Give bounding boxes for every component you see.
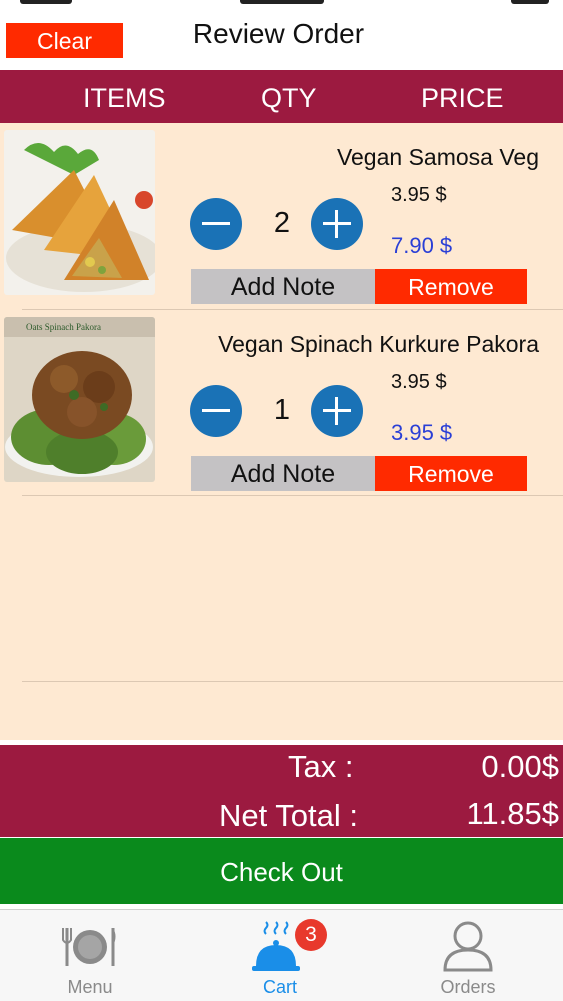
column-items: ITEMS (83, 83, 166, 113)
increase-quantity-button[interactable] (311, 198, 363, 250)
net-total-label: Net Total : (219, 798, 359, 833)
tab-menu-label: Menu (67, 977, 113, 997)
remove-button[interactable]: Remove (375, 269, 527, 304)
plate-icon (62, 928, 116, 966)
item-name: Vegan Spinach Kurkure Pakora (218, 331, 539, 357)
item-image-samosa (4, 130, 155, 295)
decrease-quantity-button[interactable] (190, 385, 242, 437)
unit-price: 3.95 $ (391, 184, 447, 206)
unit-price: 3.95 $ (391, 371, 447, 393)
cart-item: Oats Spinach Pakora Vegan Spinach Kurkur… (0, 310, 563, 497)
status-bar (0, 0, 563, 6)
tab-orders-label: Orders (440, 977, 496, 997)
cart-list[interactable]: Vegan Samosa Veg 2 3.95 $ 7.90 $ Add Not… (0, 123, 563, 740)
item-name: Vegan Samosa Veg (336, 144, 539, 170)
tab-menu[interactable]: Menu (0, 910, 180, 1001)
totals-panel: Tax : 0.00$ Net Total : 11.85$ (0, 745, 563, 837)
item-quantity: 2 (273, 207, 291, 239)
divider (22, 495, 563, 496)
tab-orders[interactable]: Orders (378, 910, 558, 1001)
divider (22, 681, 563, 682)
item-image-pakora: Oats Spinach Pakora (4, 317, 155, 482)
add-note-button[interactable]: Add Note (191, 269, 375, 304)
cart-count-badge: 3 (295, 919, 327, 951)
tab-cart[interactable]: 3 Cart (190, 910, 370, 1001)
page-title: Review Order (192, 18, 365, 49)
tax-label: Tax : (288, 749, 354, 784)
person-icon (443, 921, 493, 972)
decrease-quantity-button[interactable] (190, 198, 242, 250)
column-price: PRICE (421, 83, 504, 113)
image-caption: Oats Spinach Pakora (26, 322, 101, 332)
column-header-bar: ITEMS QTY PRICE (0, 70, 563, 123)
tab-cart-label: Cart (262, 977, 297, 997)
add-note-button[interactable]: Add Note (191, 456, 375, 491)
column-qty: QTY (261, 83, 317, 113)
tax-value: 0.00$ (481, 749, 559, 784)
tab-bar: Menu 3 Cart Orders (0, 909, 563, 1001)
top-bar: Clear Review Order (0, 0, 563, 70)
cart-item: Vegan Samosa Veg 2 3.95 $ 7.90 $ Add Not… (0, 123, 563, 310)
checkout-button[interactable]: Check Out (0, 838, 563, 904)
line-total: 7.90 $ (391, 233, 453, 258)
net-total-value: 11.85$ (466, 796, 559, 831)
remove-button[interactable]: Remove (375, 456, 527, 491)
item-quantity: 1 (273, 394, 291, 426)
increase-quantity-button[interactable] (311, 385, 363, 437)
line-total: 3.95 $ (391, 420, 453, 445)
